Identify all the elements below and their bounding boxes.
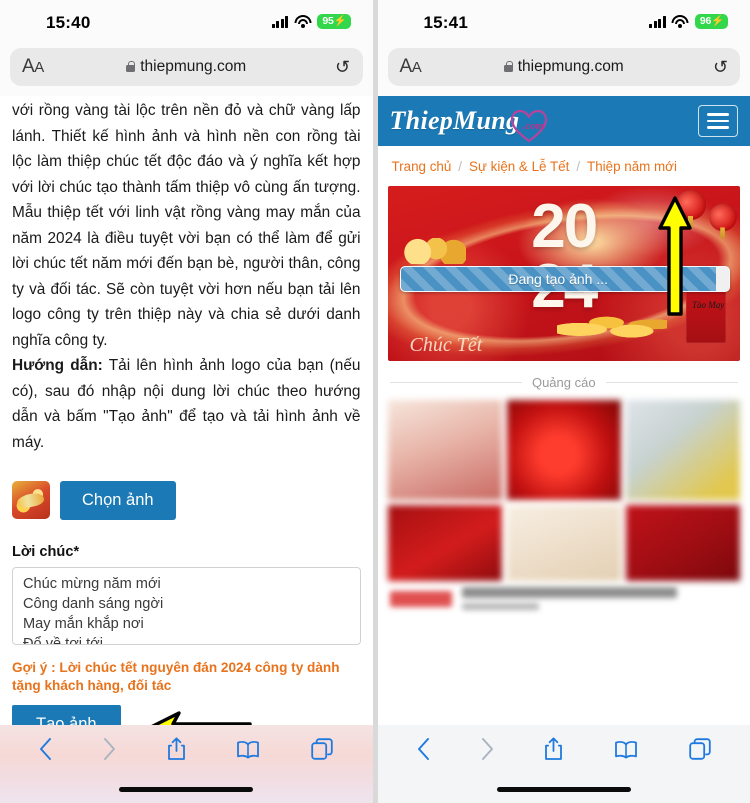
site-header: ThiepMung .com — [377, 96, 750, 146]
breadcrumb-item-category[interactable]: Sự kiện & Lễ Tết — [469, 159, 569, 174]
toolbar-icons — [378, 725, 750, 769]
battery-charging-icon: 95 ⚡ — [317, 14, 351, 29]
logo-text: ThiepMung — [389, 106, 520, 135]
article-paragraph-1: với rồng vàng tài lộc trên nền đỏ và chữ… — [12, 102, 361, 349]
right-status-bar: 15:41 96 ⚡ — [377, 0, 750, 48]
screenshot-stage: 15:40 95 ⚡ AA thiepmung.com ↻ với rồng và… — [0, 0, 750, 803]
forward-chevron-icon[interactable] — [481, 738, 494, 760]
ad-thumbnail[interactable] — [506, 400, 621, 500]
breadcrumb-item-current[interactable]: Thiệp năm mới — [587, 159, 677, 174]
tabs-icon[interactable] — [688, 738, 711, 760]
left-status-bar: 15:40 95 ⚡ — [0, 0, 373, 48]
right-browser-toolbar — [377, 725, 750, 803]
reload-icon[interactable]: ↻ — [713, 57, 728, 77]
home-indicator — [119, 787, 254, 792]
forward-chevron-icon[interactable] — [103, 738, 116, 760]
golden-cloud-decoration — [403, 238, 466, 264]
right-web-page: ThiepMung .com Trang chủ / Sự kiện & Lễ … — [377, 96, 750, 733]
status-time: 15:41 — [423, 13, 468, 32]
ad-thumbnail[interactable] — [506, 505, 621, 581]
yellow-up-arrow-annotation — [658, 196, 692, 316]
right-urlbar-wrap: AA thiepmung.com ↻ — [377, 48, 750, 96]
left-urlbar-wrap: AA thiepmung.com ↻ — [0, 48, 373, 96]
url-text: thiepmung.com — [517, 58, 624, 75]
wifi-icon — [294, 15, 312, 28]
progress-label: Đang tạo ảnh ... — [508, 271, 608, 287]
wish-line: May mắn khắp nơi — [23, 615, 144, 632]
address-bar[interactable]: AA thiepmung.com ↻ — [387, 48, 741, 86]
wish-line: Đổ về tơi tới — [23, 635, 103, 645]
ad-advertiser-logo — [389, 590, 452, 607]
logo-suffix: .com — [522, 120, 545, 132]
advertisement-grid — [378, 400, 750, 581]
bookmarks-book-icon[interactable] — [236, 740, 260, 759]
back-chevron-icon[interactable] — [417, 738, 430, 760]
wish-hint-text: Gợi ý : Lời chúc tết nguyên đán 2024 côn… — [12, 659, 340, 693]
red-envelope-text: Tào May — [692, 300, 725, 310]
address-bar[interactable]: AA thiepmung.com ↻ — [10, 48, 363, 86]
breadcrumb-separator: / — [458, 159, 463, 174]
text-size-button[interactable]: AA — [400, 56, 422, 78]
lock-icon — [126, 61, 136, 72]
breadcrumb-item-home[interactable]: Trang chủ — [392, 159, 452, 174]
reload-icon[interactable]: ↻ — [335, 57, 350, 77]
home-indicator — [496, 787, 631, 792]
choose-image-row: Chọn ảnh — [12, 481, 361, 520]
image-thumbnail — [12, 481, 50, 520]
ad-thumbnail[interactable] — [387, 400, 502, 500]
ad-thumbnail[interactable] — [625, 400, 740, 500]
advertisement-label: Quảng cáo — [378, 375, 750, 390]
address-bar-url: thiepmung.com — [388, 58, 741, 76]
address-bar-url: thiepmung.com — [10, 58, 363, 76]
battery-percent: 95 — [322, 15, 334, 28]
share-icon[interactable] — [167, 737, 186, 761]
gold-ingots-decoration — [556, 309, 667, 343]
ad-thumbnail[interactable] — [387, 505, 502, 581]
card-preview-wrap: 20 24 Tào May Chúc Tết Đang tạo ảnh ... — [378, 186, 750, 361]
cellular-bars-icon — [271, 15, 289, 28]
right-phone-screenshot: 15:41 96 ⚡ AA thiepmung.com ↻ ThiepMung … — [377, 0, 750, 803]
instructions-label: Hướng dẫn: — [12, 357, 103, 374]
url-text: thiepmung.com — [140, 58, 247, 75]
advertisement-label-text: Quảng cáo — [531, 375, 596, 390]
text-size-button[interactable]: AA — [22, 56, 44, 78]
back-chevron-icon[interactable] — [39, 738, 52, 760]
ad-copy — [461, 587, 739, 610]
share-icon[interactable] — [544, 737, 563, 761]
ad-thumbnail[interactable] — [625, 505, 740, 581]
card-script-text: Chúc Tết — [409, 334, 483, 356]
status-time: 15:40 — [46, 13, 91, 32]
battery-percent: 96 — [699, 15, 712, 28]
left-web-page: với rồng vàng tài lộc trên nền đỏ và chữ… — [0, 96, 373, 733]
status-indicators: 96 ⚡ — [649, 14, 728, 29]
status-indicators: 95 ⚡ — [271, 14, 351, 29]
card-year-top: 20 — [531, 192, 598, 261]
wifi-icon — [671, 15, 689, 28]
battery-charging-icon: 96 ⚡ — [694, 14, 728, 29]
cellular-bars-icon — [649, 15, 666, 28]
ad-footer[interactable] — [378, 581, 750, 610]
site-logo[interactable]: ThiepMung .com — [389, 106, 548, 143]
bookmarks-book-icon[interactable] — [614, 740, 638, 759]
wish-field-label: Lời chúc* — [12, 543, 80, 560]
wish-line: Công danh sáng ngời — [23, 595, 164, 612]
toolbar-icons — [0, 725, 373, 769]
left-browser-toolbar — [0, 725, 373, 803]
tabs-icon[interactable] — [311, 738, 333, 760]
lock-icon — [503, 61, 513, 72]
hamburger-menu-icon[interactable] — [698, 105, 738, 137]
wish-line: Chúc mừng năm mới — [23, 575, 161, 592]
wish-textarea[interactable]: Chúc mừng năm mới Công danh sáng ngời Ma… — [12, 566, 361, 645]
red-envelope-decoration: Tào May — [686, 289, 726, 343]
lantern-icon — [709, 203, 737, 239]
breadcrumb-separator: / — [576, 159, 581, 174]
choose-image-button[interactable]: Chọn ảnh — [60, 481, 176, 520]
left-phone-screenshot: 15:40 95 ⚡ AA thiepmung.com ↻ với rồng và… — [0, 0, 373, 803]
breadcrumb: Trang chủ / Sự kiện & Lễ Tết / Thiệp năm… — [378, 146, 750, 186]
article-paragraph-2: Hướng dẫn: Tải lên hình ảnh logo của bạn… — [12, 353, 361, 455]
